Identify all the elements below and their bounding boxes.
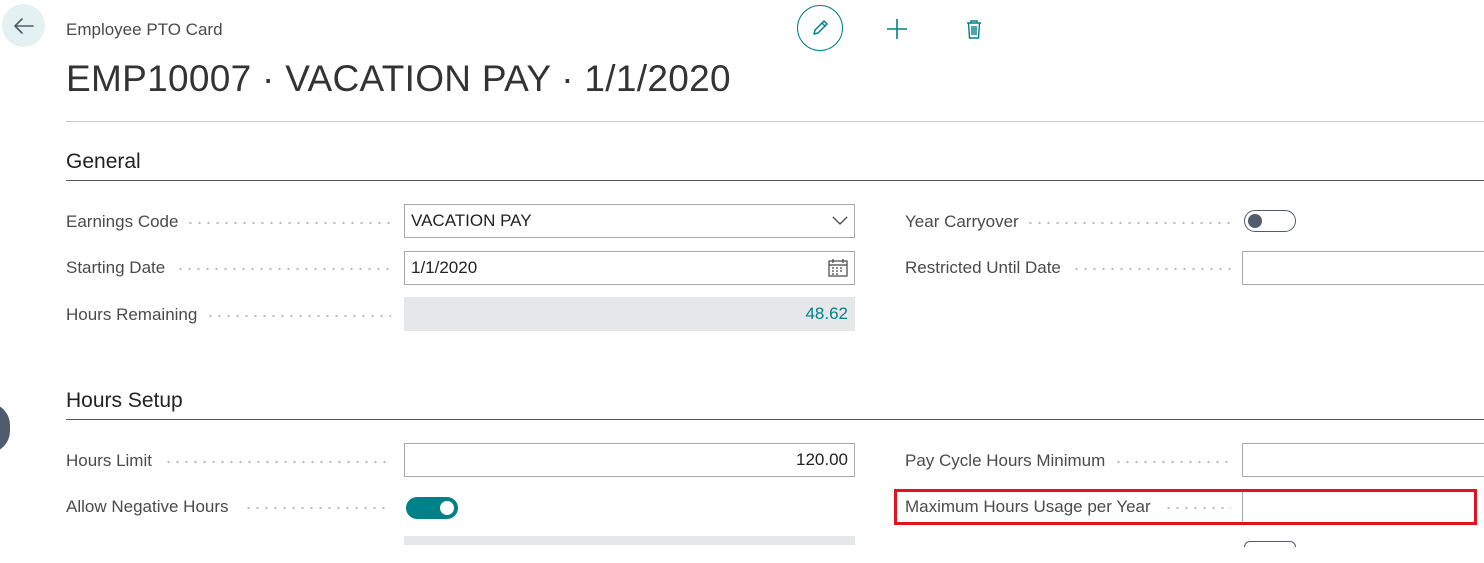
new-button[interactable] (885, 17, 909, 41)
hours-limit-label: Hours Limit (66, 451, 152, 470)
section-divider-hours-setup (66, 419, 1484, 420)
hours-limit-field[interactable]: 120.00 (404, 443, 855, 477)
starting-date-value: 1/1/2020 (411, 258, 478, 277)
leader-dots (1026, 222, 1231, 224)
section-title-hours-setup[interactable]: Hours Setup (66, 389, 183, 413)
plus-icon (887, 19, 907, 39)
pay-cycle-hours-minimum-field[interactable] (1242, 443, 1484, 477)
page-title: EMP10007 · VACATION PAY · 1/1/2020 (66, 58, 731, 99)
calendar-icon[interactable] (828, 259, 848, 277)
year-carryover-label: Year Carryover (905, 212, 1019, 231)
hours-limit-value: 120.00 (796, 450, 848, 469)
leader-dots (206, 315, 391, 317)
starting-date-label: Starting Date (66, 258, 166, 277)
restricted-until-date-label: Restricted Until Date (905, 258, 1061, 277)
delete-button[interactable] (962, 17, 986, 41)
edit-button[interactable] (797, 5, 843, 51)
arrow-left-icon (13, 17, 34, 34)
trash-icon (967, 20, 981, 39)
pay-cycle-hours-minimum-label: Pay Cycle Hours Minimum (905, 451, 1106, 470)
hours-remaining-field[interactable]: 48.62 (404, 297, 855, 331)
toggle-knob (1248, 214, 1262, 228)
earnings-code-dropdown[interactable]: VACATION PAY (404, 204, 855, 238)
leader-dots (244, 507, 391, 509)
pencil-icon (813, 20, 828, 35)
hours-remaining-label: Hours Remaining (66, 305, 198, 324)
year-carryover-toggle[interactable] (1244, 210, 1296, 232)
partial-toggle (1244, 541, 1296, 547)
back-button[interactable] (2, 4, 45, 47)
leader-dots (186, 222, 391, 224)
page-caption: Employee PTO Card (66, 20, 223, 39)
leader-dots (164, 461, 391, 463)
allow-negative-hours-toggle[interactable] (406, 497, 458, 519)
section-title-general[interactable]: General (66, 150, 141, 174)
leader-dots (1072, 268, 1231, 270)
leader-dots (176, 268, 391, 270)
earnings-code-label: Earnings Code (66, 212, 179, 231)
header-divider (66, 121, 1484, 122)
earnings-code-value: VACATION PAY (411, 211, 532, 230)
partial-readonly-field (404, 536, 855, 545)
chevron-down-icon (832, 216, 848, 226)
starting-date-field[interactable]: 1/1/2020 (404, 251, 855, 285)
restricted-until-date-field[interactable] (1242, 251, 1484, 285)
allow-negative-hours-label: Allow Negative Hours (66, 497, 229, 516)
hours-remaining-value[interactable]: 48.62 (805, 304, 848, 324)
highlight-box (894, 489, 1477, 525)
leader-dots (1114, 461, 1231, 463)
section-divider-general (66, 180, 1484, 181)
side-panel-handle[interactable] (0, 403, 10, 453)
toggle-knob (440, 501, 454, 515)
